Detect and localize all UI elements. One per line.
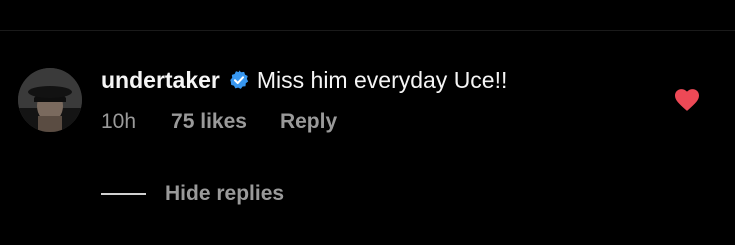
username-link[interactable]: undertaker bbox=[101, 67, 220, 94]
avatar-image bbox=[18, 68, 82, 132]
heart-icon[interactable] bbox=[673, 86, 701, 112]
comment-header: undertaker Miss him everyday Uce!! bbox=[101, 60, 507, 100]
hide-replies-label: Hide replies bbox=[165, 182, 285, 205]
likes-count[interactable]: 75 likes bbox=[171, 110, 247, 134]
comment-meta: 10h 75 likes Reply bbox=[101, 110, 337, 134]
replies-divider bbox=[101, 193, 146, 195]
section-divider bbox=[0, 30, 735, 31]
hide-replies-button[interactable]: Hide replies bbox=[101, 182, 284, 206]
timestamp: 10h bbox=[101, 110, 137, 133]
avatar[interactable] bbox=[18, 68, 82, 132]
verified-badge-icon bbox=[228, 69, 250, 91]
reply-button[interactable]: Reply bbox=[280, 110, 337, 134]
comment-text: Miss him everyday Uce!! bbox=[256, 66, 508, 93]
